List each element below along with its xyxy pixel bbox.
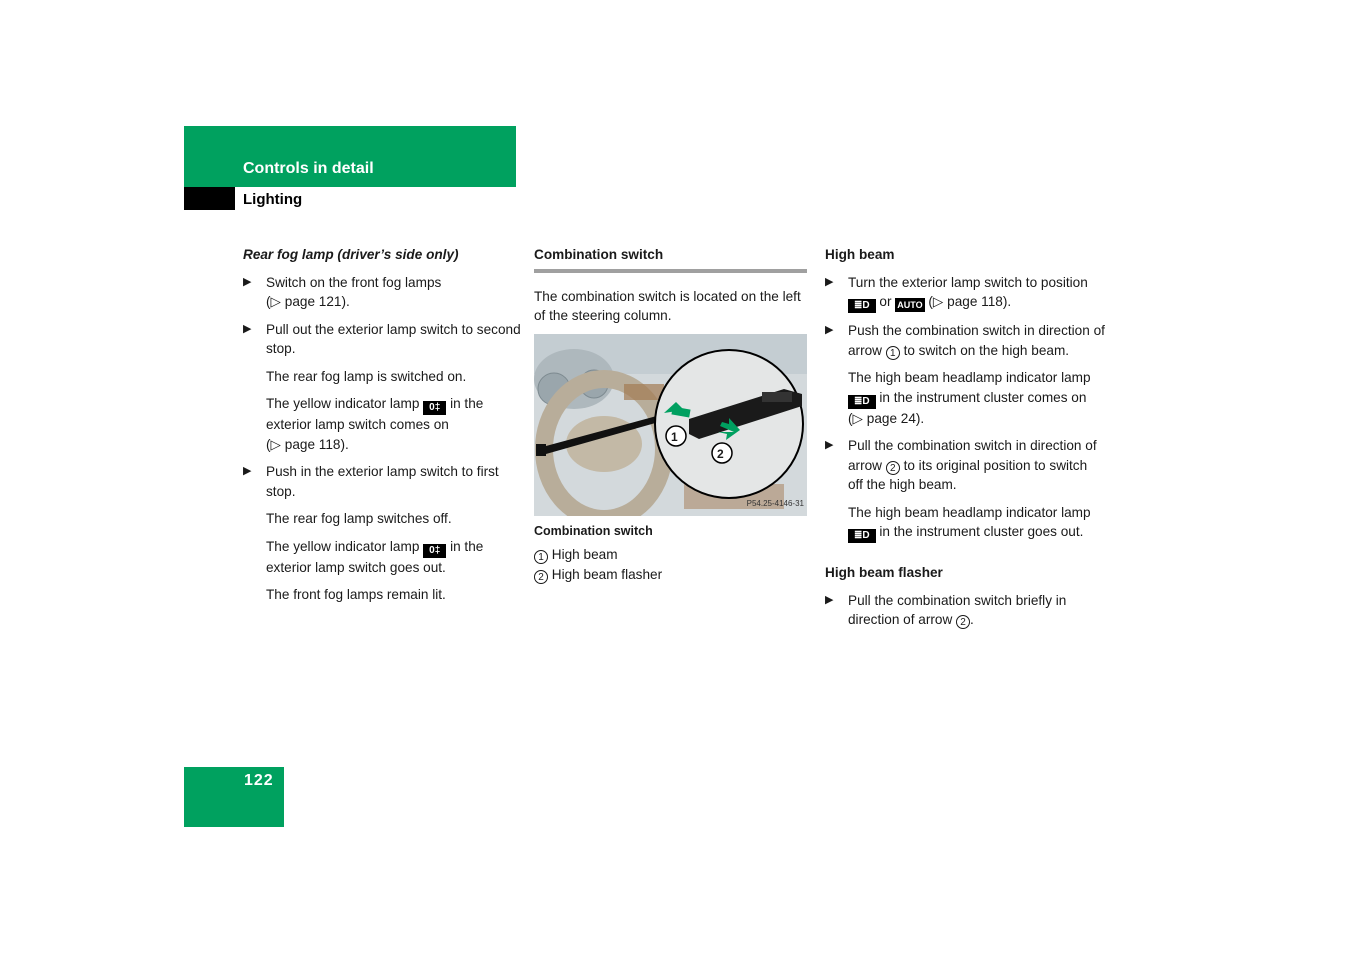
arrow-2-label: 2 (717, 446, 724, 461)
steering-wheel-illustration (534, 333, 807, 516)
heading-high-beam-flasher: High beam flasher (825, 565, 943, 580)
bullet-triangle-icon: ▶ (243, 465, 252, 477)
step: ▶ Pull the combination switch in directi… (825, 438, 1097, 492)
subsection-title: Lighting (243, 191, 303, 208)
rear-fog-lamp-icon: 0‡ (423, 401, 447, 415)
step: ▶ Pull out the exterior lamp switch to s… (243, 321, 521, 357)
bullet-triangle-icon: ▶ (825, 439, 834, 451)
section-title: Controls in detail (243, 160, 374, 177)
bullet-triangle-icon: ▶ (825, 324, 834, 336)
bullet-triangle-icon: ▶ (825, 593, 834, 606)
heading-rule (534, 268, 807, 273)
page-reference[interactable]: (▷ page 118). (928, 294, 1011, 309)
intro-text: The combination switch is located on the… (534, 288, 801, 324)
legend-item: 1 High beam (534, 545, 807, 565)
bullet-triangle-icon: ▶ (243, 275, 252, 288)
heading-combination-switch: Combination switch (534, 247, 664, 262)
bullet-triangle-icon: ▶ (825, 275, 834, 288)
result-text: The rear fog lamp switches off. (266, 511, 452, 526)
column-high-beam: High beam ▶ Turn the exterior lamp switc… (825, 245, 1105, 638)
legend-item: 2 High beam flasher (534, 565, 807, 585)
number-badge: 2 (956, 615, 971, 629)
rear-fog-lamp-icon: 0‡ (423, 543, 447, 558)
number-badge: 1 (534, 550, 548, 564)
low-beam-icon: ≣D (848, 299, 876, 313)
page-reference[interactable]: (▷ page 118). (266, 437, 349, 452)
high-beam-indicator-icon: ≣D (848, 394, 876, 409)
image-code: P54.25-4146-31 (746, 499, 804, 508)
step: ▶ Turn the exterior lamp switch to posit… (825, 274, 1088, 313)
number-badge: 2 (885, 460, 900, 475)
page-number: 122 (244, 772, 274, 789)
step: ▶ Pull the combination switch briefly in… (825, 592, 1067, 629)
combination-switch-illustration: 1 2 P54.25-4146-31 (534, 333, 807, 516)
result-text: The high beam headlamp indicator lamp ≣D… (848, 504, 1091, 543)
step: ▶ Switch on the front fog lamps (▷ page … (243, 274, 442, 310)
bullet-triangle-icon: ▶ (243, 322, 252, 335)
high-beam-indicator-icon: ≣D (848, 529, 876, 543)
page-reference[interactable]: (▷ page 121). (266, 294, 350, 309)
result-text: The yellow indicator lamp 0‡ in the exte… (266, 538, 484, 575)
image-caption: Combination switch (534, 523, 653, 538)
result-text: The yellow indicator lamp 0‡ in the exte… (266, 396, 484, 452)
column-combination-switch: Combination switch The combination switc… (534, 245, 807, 584)
arrow-1-label: 1 (671, 429, 678, 444)
number-badge: 2 (534, 569, 548, 584)
step: ▶ Push the combination switch in directi… (825, 323, 1105, 360)
subsection-marker (184, 187, 235, 210)
step: ▶ Push in the exterior lamp switch to fi… (243, 464, 499, 499)
result-text: The rear fog lamp is switched on. (266, 368, 467, 384)
heading-rear-fog-lamp: Rear fog lamp (driver’s side only) (243, 247, 459, 262)
result-text: The high beam headlamp indicator lamp ≣D… (848, 370, 1091, 426)
result-text: The front fog lamps remain lit. (266, 587, 446, 602)
auto-icon: AUTO (895, 298, 925, 312)
heading-high-beam: High beam (825, 247, 895, 262)
number-badge: 1 (885, 345, 900, 360)
column-rear-fog-lamp: Rear fog lamp (driver’s side only) ▶ Swi… (243, 245, 523, 613)
